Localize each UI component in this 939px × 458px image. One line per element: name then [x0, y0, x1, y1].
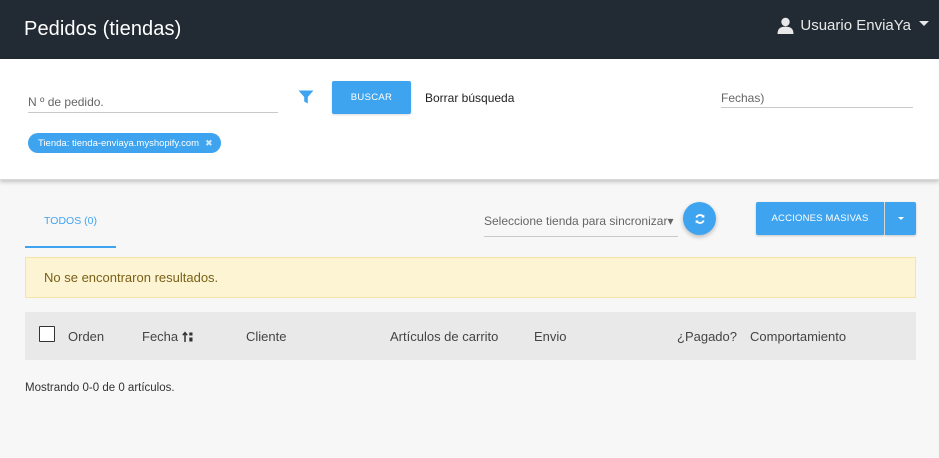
select-all-checkbox[interactable]	[39, 326, 55, 342]
store-filter-chip-label: Tienda: tienda-enviaya.myshopify.com	[38, 137, 200, 149]
store-sync-select-label: Seleccione tienda para sincronizar	[484, 214, 668, 228]
store-sync-select[interactable]: Seleccione tienda para sincronizar▾	[484, 208, 678, 237]
tab-todos-label: TODOS (0)	[44, 215, 97, 227]
top-navbar: Pedidos (tiendas) Usuario EnviaYa	[0, 0, 939, 59]
store-filter-chip: Tienda: tienda-enviaya.myshopify.com ✖	[28, 133, 221, 153]
search-panel	[0, 59, 939, 180]
tab-todos[interactable]: TODOS (0)	[25, 201, 116, 248]
column-header-fecha-label: Fecha	[142, 329, 179, 344]
alert-message: No se encontraron resultados.	[44, 270, 219, 285]
clear-search-link[interactable]: Borrar búsqueda	[425, 91, 514, 105]
orders-table-header: Orden Fecha Cliente Artículos de carrito…	[25, 312, 916, 360]
pagination-summary: Mostrando 0-0 de 0 artículos.	[25, 382, 175, 394]
sort-icon[interactable]	[182, 331, 194, 343]
page-title: Pedidos (tiendas)	[24, 18, 182, 40]
column-header-cliente: Cliente	[246, 329, 287, 344]
column-header-comportamiento: Comportamiento	[750, 329, 847, 344]
sync-button[interactable]	[683, 202, 716, 235]
dropdown-arrow-icon: ▾	[667, 214, 674, 228]
column-header-fecha[interactable]: Fecha	[142, 329, 194, 344]
close-icon[interactable]: ✖	[205, 138, 213, 149]
chevron-down-icon	[919, 21, 929, 26]
mass-actions-dropdown-toggle[interactable]	[885, 202, 916, 235]
dates-input[interactable]	[721, 88, 913, 108]
order-number-input[interactable]	[28, 92, 278, 113]
filter-icon[interactable]	[298, 90, 314, 104]
no-results-alert: No se encontraron resultados.	[25, 257, 916, 298]
mass-actions-label: ACCIONES MASIVAS	[771, 213, 869, 224]
column-header-envio: Envio	[534, 329, 567, 344]
refresh-icon	[694, 213, 705, 224]
column-header-articulos: Artículos de carrito	[390, 329, 499, 344]
user-icon	[777, 17, 794, 34]
column-header-pagado: ¿Pagado?	[677, 329, 737, 344]
user-menu[interactable]: Usuario EnviaYa	[777, 17, 929, 34]
search-button[interactable]: BUSCAR	[332, 81, 411, 114]
mass-actions-button[interactable]: ACCIONES MASIVAS	[756, 202, 884, 235]
user-name: Usuario EnviaYa	[800, 17, 911, 34]
chevron-down-icon	[897, 217, 904, 220]
column-header-orden: Orden	[68, 329, 105, 344]
